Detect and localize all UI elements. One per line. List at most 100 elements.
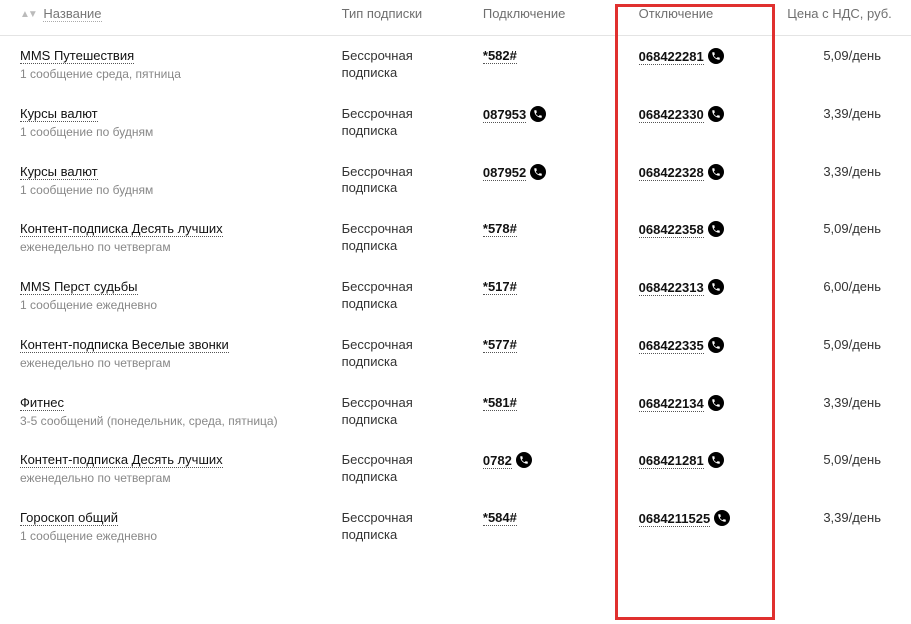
cell-type: Бессрочная подписка <box>332 440 473 498</box>
subscription-name-link[interactable]: Контент-подписка Десять лучших <box>20 221 223 237</box>
subscriptions-table: ▲▼ Название Тип подписки Подключение Отк… <box>0 0 911 556</box>
disconnection-code[interactable]: 0684211525 <box>639 511 711 527</box>
phone-icon[interactable] <box>708 279 724 295</box>
subscription-description: 3-5 сообщений (понедельник, среда, пятни… <box>20 414 322 428</box>
subscription-description: еженедельно по четвергам <box>20 240 322 254</box>
cell-disconnection: 068422281 <box>629 36 778 94</box>
cell-name: Контент-подписка Веселые звонки еженедель… <box>0 325 332 383</box>
cell-connection: *581# <box>473 383 629 441</box>
cell-type: Бессрочная подписка <box>332 325 473 383</box>
cell-connection: *517# <box>473 267 629 325</box>
cell-type: Бессрочная подписка <box>332 383 473 441</box>
cell-price: 5,09/день <box>777 325 911 383</box>
subscription-description: 1 сообщение среда, пятница <box>20 67 322 81</box>
cell-disconnection: 068422134 <box>629 383 778 441</box>
cell-disconnection: 068422313 <box>629 267 778 325</box>
subscription-name-link[interactable]: Фитнес <box>20 395 64 411</box>
connection-code[interactable]: *577# <box>483 337 517 353</box>
subscription-description: 1 сообщение ежедневно <box>20 529 322 543</box>
subscription-name-link[interactable]: Курсы валют <box>20 106 98 122</box>
connection-code[interactable]: *582# <box>483 48 517 64</box>
col-header-disc-label: Отключение <box>639 6 714 21</box>
phone-icon[interactable] <box>708 48 724 64</box>
cell-connection: 087952 <box>473 152 629 210</box>
connection-code[interactable]: *578# <box>483 221 517 237</box>
connection-code[interactable]: 0782 <box>483 453 512 469</box>
subscription-name-link[interactable]: Гороскоп общий <box>20 510 118 526</box>
phone-icon[interactable] <box>714 510 730 526</box>
connection-code[interactable]: *584# <box>483 510 517 526</box>
cell-connection: *577# <box>473 325 629 383</box>
phone-icon[interactable] <box>530 106 546 122</box>
cell-name: Курсы валют 1 сообщение по будням <box>0 152 332 210</box>
cell-name: Контент-подписка Десять лучших еженедельн… <box>0 209 332 267</box>
disconnection-code[interactable]: 068421281 <box>639 453 704 469</box>
cell-type: Бессрочная подписка <box>332 209 473 267</box>
phone-icon[interactable] <box>708 395 724 411</box>
cell-type: Бессрочная подписка <box>332 36 473 94</box>
connection-code[interactable]: *517# <box>483 279 517 295</box>
subscription-description: 1 сообщение по будням <box>20 125 322 139</box>
cell-price: 3,39/день <box>777 383 911 441</box>
phone-icon[interactable] <box>708 106 724 122</box>
subscription-description: 1 сообщение ежедневно <box>20 298 322 312</box>
connection-code[interactable]: 087953 <box>483 107 526 123</box>
cell-connection: 087953 <box>473 94 629 152</box>
col-header-price-label: Цена с НДС, руб. <box>787 6 892 21</box>
cell-name: Контент-подписка Десять лучших еженедельн… <box>0 440 332 498</box>
disconnection-code[interactable]: 068422313 <box>639 280 704 296</box>
subscription-name-link[interactable]: MMS Перст судьбы <box>20 279 138 295</box>
cell-type: Бессрочная подписка <box>332 152 473 210</box>
disconnection-code[interactable]: 068422335 <box>639 338 704 354</box>
col-header-type-label: Тип подписки <box>342 6 423 21</box>
table-row: MMS Путешествия 1 сообщение среда, пятниц… <box>0 36 911 94</box>
cell-disconnection: 068422358 <box>629 209 778 267</box>
col-header-disconnection: Отключение <box>629 0 778 36</box>
subscription-description: еженедельно по четвергам <box>20 471 322 485</box>
phone-icon[interactable] <box>530 164 546 180</box>
table-row: Курсы валют 1 сообщение по будням Бессрочн… <box>0 152 911 210</box>
cell-price: 5,09/день <box>777 440 911 498</box>
disconnection-code[interactable]: 068422281 <box>639 49 704 65</box>
cell-name: Курсы валют 1 сообщение по будням <box>0 94 332 152</box>
subscription-name-link[interactable]: MMS Путешествия <box>20 48 134 64</box>
cell-price: 6,00/день <box>777 267 911 325</box>
subscription-name-link[interactable]: Контент-подписка Десять лучших <box>20 452 223 468</box>
table-row: Контент-подписка Десять лучших еженедельн… <box>0 440 911 498</box>
cell-disconnection: 068422335 <box>629 325 778 383</box>
cell-connection: 0782 <box>473 440 629 498</box>
cell-disconnection: 068422330 <box>629 94 778 152</box>
connection-code[interactable]: *581# <box>483 395 517 411</box>
connection-code[interactable]: 087952 <box>483 165 526 181</box>
subscription-description: 1 сообщение по будням <box>20 183 322 197</box>
disconnection-code[interactable]: 068422358 <box>639 222 704 238</box>
disconnection-code[interactable]: 068422134 <box>639 396 704 412</box>
subscription-description: еженедельно по четвергам <box>20 356 322 370</box>
cell-price: 3,39/день <box>777 94 911 152</box>
table-row: Курсы валют1 сообщение по буднямБессрочн… <box>0 94 911 152</box>
subscription-name-link[interactable]: Контент-подписка Веселые звонки <box>20 337 229 353</box>
cell-connection: *582# <box>473 36 629 94</box>
disconnection-code[interactable]: 068422330 <box>639 107 704 123</box>
subscription-name-link[interactable]: Курсы валют <box>20 164 98 180</box>
phone-icon[interactable] <box>708 337 724 353</box>
phone-icon[interactable] <box>708 221 724 237</box>
col-header-price: Цена с НДС, руб. <box>777 0 911 36</box>
table-row: Фитнес 3-5 сообщений (понедельник, среда,… <box>0 383 911 441</box>
col-header-name[interactable]: ▲▼ Название <box>0 0 332 36</box>
phone-icon[interactable] <box>708 452 724 468</box>
cell-price: 5,09/день <box>777 209 911 267</box>
cell-disconnection: 0684211525 <box>629 498 778 556</box>
phone-icon[interactable] <box>516 452 532 468</box>
cell-type: Бессрочная подписка <box>332 498 473 556</box>
sort-icon[interactable]: ▲▼ <box>20 9 36 20</box>
cell-disconnection: 068421281 <box>629 440 778 498</box>
cell-name: Гороскоп общий 1 сообщение ежедневно <box>0 498 332 556</box>
cell-type: Бессрочная подписка <box>332 267 473 325</box>
disconnection-code[interactable]: 068422328 <box>639 165 704 181</box>
cell-disconnection: 068422328 <box>629 152 778 210</box>
table-header-row: ▲▼ Название Тип подписки Подключение Отк… <box>0 0 911 36</box>
table-row: Гороскоп общий 1 сообщение ежедневно Бесср… <box>0 498 911 556</box>
phone-icon[interactable] <box>708 164 724 180</box>
cell-name: MMS Перст судьбы 1 сообщение ежедневно <box>0 267 332 325</box>
